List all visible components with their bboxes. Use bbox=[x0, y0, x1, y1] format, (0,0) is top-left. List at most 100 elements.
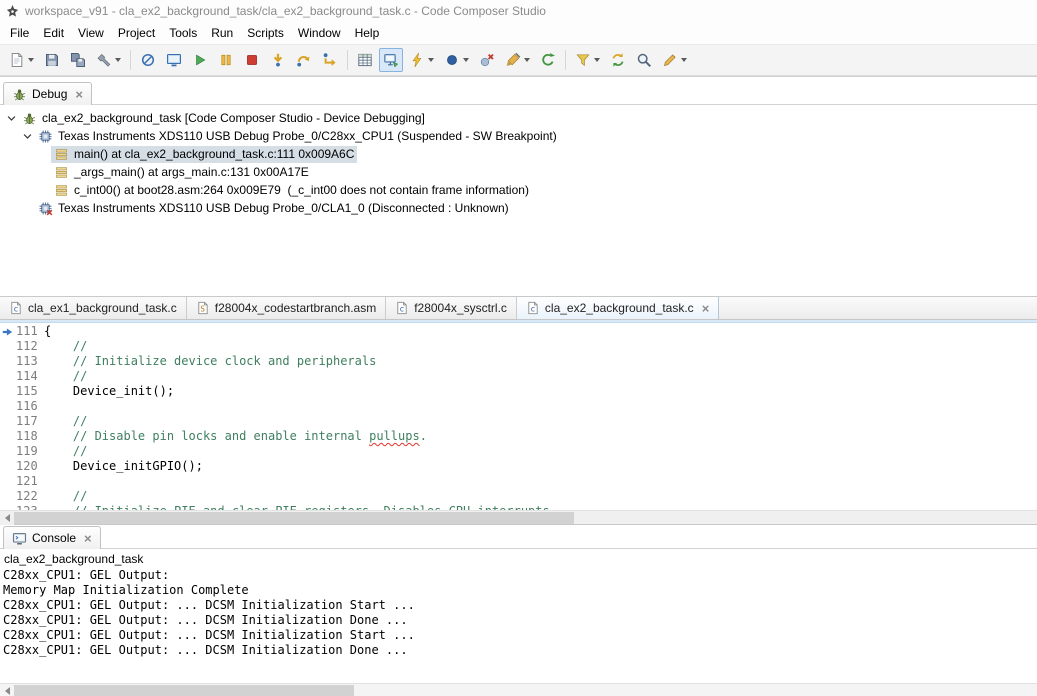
close-icon[interactable]: × bbox=[702, 302, 710, 315]
editor-gutter[interactable] bbox=[0, 489, 16, 504]
step-return-button[interactable] bbox=[318, 48, 342, 72]
editor-gutter[interactable] bbox=[0, 354, 16, 369]
debug-tree-item[interactable]: Texas Instruments XDS110 USB Debug Probe… bbox=[0, 199, 1037, 217]
connect-icon bbox=[383, 52, 399, 68]
code-line[interactable]: 114 // bbox=[0, 369, 1037, 384]
resume-button[interactable] bbox=[188, 48, 212, 72]
code-line[interactable]: 112 // bbox=[0, 339, 1037, 354]
toggle-breakpoint-button[interactable] bbox=[440, 48, 473, 72]
editor-gutter[interactable] bbox=[0, 459, 16, 474]
save-button[interactable] bbox=[40, 48, 64, 72]
debug-tree-item[interactable]: cla_ex2_background_task [Code Composer S… bbox=[0, 109, 1037, 127]
chip-x-icon bbox=[38, 201, 53, 216]
bug-icon bbox=[22, 111, 37, 126]
code-line[interactable]: 121 bbox=[0, 474, 1037, 489]
code-editor[interactable]: 111{112 //113 // Initialize device clock… bbox=[0, 323, 1037, 510]
code-line[interactable]: 113 // Initialize device clock and perip… bbox=[0, 354, 1037, 369]
line-number: 115 bbox=[16, 384, 44, 399]
editor-gutter[interactable] bbox=[0, 384, 16, 399]
use-step-filters-button[interactable] bbox=[571, 48, 604, 72]
new-target-configuration-button[interactable] bbox=[162, 48, 186, 72]
code-line[interactable]: 118 // Disable pin locks and enable inte… bbox=[0, 429, 1037, 444]
menu-project[interactable]: Project bbox=[111, 23, 162, 43]
skip-all-breakpoints-button[interactable] bbox=[136, 48, 160, 72]
debug-tree-item[interactable]: c_int00() at boot28.asm:264 0x009E79 (_c… bbox=[0, 181, 1037, 199]
editor-hscrollbar-thumb[interactable] bbox=[14, 512, 574, 524]
asm-file-icon: S bbox=[196, 301, 210, 315]
dropdown-arrow-icon[interactable] bbox=[463, 58, 469, 62]
highlight-trace-button[interactable] bbox=[501, 48, 534, 72]
restart-icon bbox=[540, 52, 556, 68]
debug-tree-item[interactable]: _args_main() at args_main.c:131 0x00A17E bbox=[0, 163, 1037, 181]
editor-tab[interactable]: Sf28004x_codestartbranch.asm bbox=[187, 297, 386, 319]
editor-gutter[interactable] bbox=[0, 444, 16, 459]
console-hscrollbar-thumb[interactable] bbox=[14, 685, 354, 696]
dropdown-arrow-icon[interactable] bbox=[28, 58, 34, 62]
menu-window[interactable]: Window bbox=[291, 23, 348, 43]
code-line[interactable]: 117 // bbox=[0, 414, 1037, 429]
editor-tabbar: ccla_ex1_background_task.cSf28004x_codes… bbox=[0, 297, 1037, 320]
code-line[interactable]: 115 Device_init(); bbox=[0, 384, 1037, 399]
dropdown-arrow-icon[interactable] bbox=[594, 58, 600, 62]
close-icon[interactable]: × bbox=[75, 88, 83, 101]
debug-tree-item[interactable]: main() at cla_ex2_background_task.c:111 … bbox=[0, 145, 1037, 163]
editor-gutter[interactable] bbox=[0, 324, 16, 339]
menu-tools[interactable]: Tools bbox=[162, 23, 204, 43]
console-hscrollbar[interactable] bbox=[0, 683, 1037, 696]
view-registers-button[interactable] bbox=[353, 48, 377, 72]
svg-text:c: c bbox=[400, 305, 405, 314]
suspend-button[interactable] bbox=[214, 48, 238, 72]
editor-gutter[interactable] bbox=[0, 339, 16, 354]
editor-hscrollbar[interactable] bbox=[0, 510, 1037, 524]
code-line[interactable]: 119 // bbox=[0, 444, 1037, 459]
editor-tab[interactable]: ccla_ex2_background_task.c× bbox=[517, 297, 719, 319]
code-line[interactable]: 122 // bbox=[0, 489, 1037, 504]
editor-gutter[interactable] bbox=[0, 429, 16, 444]
code-line[interactable]: 111{ bbox=[0, 324, 1037, 339]
save-all-button[interactable] bbox=[66, 48, 90, 72]
tree-expander-icon[interactable] bbox=[20, 129, 35, 144]
terminate-button[interactable] bbox=[240, 48, 264, 72]
paint-icon bbox=[505, 52, 521, 68]
menu-view[interactable]: View bbox=[71, 23, 111, 43]
step-into-button[interactable] bbox=[266, 48, 290, 72]
scroll-left-arrow-icon[interactable] bbox=[0, 511, 14, 525]
code-line[interactable]: 120 Device_initGPIO(); bbox=[0, 459, 1037, 474]
flash-button[interactable] bbox=[405, 48, 438, 72]
menu-file[interactable]: File bbox=[3, 23, 36, 43]
save-all-icon bbox=[70, 52, 86, 68]
editor-tab[interactable]: ccla_ex1_background_task.c bbox=[0, 297, 187, 319]
toolbar-separator bbox=[565, 50, 566, 70]
step-over-button[interactable] bbox=[292, 48, 316, 72]
annotate-button[interactable] bbox=[658, 48, 691, 72]
tab-console[interactable]: Console × bbox=[3, 526, 101, 549]
build-button[interactable] bbox=[92, 48, 125, 72]
console-output[interactable]: C28xx_CPU1: GEL Output: Memory Map Initi… bbox=[0, 567, 1037, 683]
debug-tree-item[interactable]: Texas Instruments XDS110 USB Debug Probe… bbox=[0, 127, 1037, 145]
editor-tab[interactable]: cf28004x_sysctrl.c bbox=[386, 297, 517, 319]
editor-gutter[interactable] bbox=[0, 474, 16, 489]
remove-all-breakpoints-button[interactable] bbox=[475, 48, 499, 72]
dropdown-arrow-icon[interactable] bbox=[115, 58, 121, 62]
menu-edit[interactable]: Edit bbox=[36, 23, 71, 43]
dropdown-arrow-icon[interactable] bbox=[681, 58, 687, 62]
scroll-left-arrow-icon[interactable] bbox=[0, 684, 14, 696]
new-button[interactable] bbox=[5, 48, 38, 72]
line-number: 112 bbox=[16, 339, 44, 354]
editor-gutter[interactable] bbox=[0, 369, 16, 384]
menu-run[interactable]: Run bbox=[204, 23, 240, 43]
menu-help[interactable]: Help bbox=[348, 23, 387, 43]
editor-gutter[interactable] bbox=[0, 399, 16, 414]
dropdown-arrow-icon[interactable] bbox=[428, 58, 434, 62]
connect-target-button[interactable] bbox=[379, 48, 403, 72]
editor-gutter[interactable] bbox=[0, 414, 16, 429]
restart-button[interactable] bbox=[536, 48, 560, 72]
code-line[interactable]: 116 bbox=[0, 399, 1037, 414]
close-icon[interactable]: × bbox=[84, 532, 92, 545]
menu-scripts[interactable]: Scripts bbox=[240, 23, 291, 43]
dropdown-arrow-icon[interactable] bbox=[524, 58, 530, 62]
tab-debug[interactable]: Debug × bbox=[3, 82, 92, 105]
tree-expander-icon[interactable] bbox=[4, 111, 19, 126]
refresh-button[interactable] bbox=[606, 48, 630, 72]
open-search-button[interactable] bbox=[632, 48, 656, 72]
